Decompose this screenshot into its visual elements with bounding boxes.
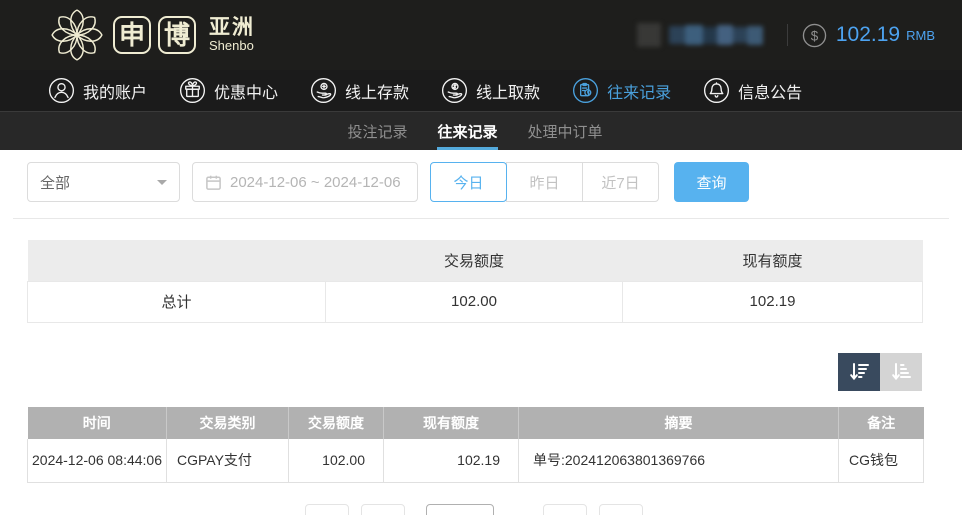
dollar-circle-icon: $ xyxy=(802,23,827,48)
subnav-tabs: 投注记录 往来记录 处理中订单 xyxy=(0,112,962,150)
section-divider xyxy=(13,218,949,219)
deposit-hand-coin-icon xyxy=(310,77,337,104)
logo-char-2: 博 xyxy=(158,16,196,54)
records-clipboard-icon xyxy=(572,77,599,104)
bell-icon xyxy=(703,77,730,104)
type-select-value: 全部 xyxy=(40,172,70,193)
cell-type: CGPAY支付 xyxy=(167,439,289,483)
summary-header-empty xyxy=(28,240,326,281)
summary-total-row: 总计 102.00 102.19 xyxy=(28,281,923,322)
sort-descending-button[interactable] xyxy=(838,353,880,391)
pagination-last-button[interactable] xyxy=(599,504,643,515)
nav-label: 优惠中心 xyxy=(214,79,278,103)
summary-header-balance: 现有额度 xyxy=(623,240,923,281)
svg-text:$: $ xyxy=(811,28,819,43)
nav-item-my-account[interactable]: 我的账户 xyxy=(48,77,147,104)
calendar-icon xyxy=(205,174,222,191)
tab-transaction-records[interactable]: 往来记录 xyxy=(437,112,497,150)
top-header: 申 博 亚洲 Shenbo $ 102.19 RMB xyxy=(0,0,962,70)
withdraw-hand-coin-icon xyxy=(441,77,468,104)
nav-item-transaction-records[interactable]: 往来记录 xyxy=(572,77,671,104)
username-redacted xyxy=(637,23,763,47)
tab-processing-orders[interactable]: 处理中订单 xyxy=(528,112,603,150)
pagination-prev-button[interactable] xyxy=(361,504,405,515)
table-row: 2024-12-06 08:44:06 CGPAY支付 102.00 102.1… xyxy=(28,439,924,483)
cell-time: 2024-12-06 08:44:06 xyxy=(28,439,167,483)
nav-item-withdraw[interactable]: 线上取款 xyxy=(441,77,540,104)
balance-amount: 102.19 xyxy=(836,23,900,47)
quick-date-buttons: 今日 昨日 近7日 xyxy=(430,162,659,202)
gift-icon xyxy=(179,77,206,104)
logo-subtitle: Shenbo xyxy=(209,39,255,53)
last7days-button[interactable]: 近7日 xyxy=(582,162,659,202)
col-header-summary: 摘要 xyxy=(519,407,839,439)
search-button[interactable]: 查询 xyxy=(674,162,749,202)
col-header-time: 时间 xyxy=(28,407,167,439)
nav-item-promotions[interactable]: 优惠中心 xyxy=(179,77,278,104)
summary-total-balance: 102.19 xyxy=(623,281,923,322)
col-header-amount: 交易额度 xyxy=(289,407,384,439)
col-header-balance: 现有额度 xyxy=(384,407,519,439)
date-range-input[interactable]: 2024-12-06 ~ 2024-12-06 xyxy=(192,162,418,202)
brand-logo: 申 博 亚洲 Shenbo xyxy=(48,6,255,64)
summary-table: 交易额度 现有额度 总计 102.00 102.19 xyxy=(27,240,923,323)
logo-char-1: 申 xyxy=(113,16,151,54)
summary-total-label: 总计 xyxy=(28,281,326,322)
chevron-down-icon xyxy=(157,180,167,190)
pagination-page-indicator[interactable] xyxy=(426,504,494,515)
nav-item-announcements[interactable]: 信息公告 xyxy=(703,77,802,104)
header-separator xyxy=(787,24,788,46)
sort-ascending-button[interactable] xyxy=(880,353,922,391)
main-nav: 我的账户 优惠中心 线上存款 线上取款 xyxy=(0,70,962,112)
nav-label: 线上取款 xyxy=(476,79,540,103)
records-header-row: 时间 交易类别 交易额度 现有额度 摘要 备注 xyxy=(28,407,924,439)
user-icon xyxy=(48,77,75,104)
content-area: 全部 2024-12-06 ~ 2024-12-06 今日 昨日 近7日 查询 … xyxy=(0,150,962,515)
pagination-next-button[interactable] xyxy=(543,504,587,515)
yesterday-button[interactable]: 昨日 xyxy=(506,162,583,202)
logo-region: 亚洲 Shenbo xyxy=(209,17,255,53)
cell-amount: 102.00 xyxy=(289,439,384,483)
summary-header-transaction: 交易额度 xyxy=(326,240,623,281)
today-button[interactable]: 今日 xyxy=(430,162,507,202)
logo-region-zh: 亚洲 xyxy=(209,17,255,39)
pagination xyxy=(27,504,935,515)
nav-label: 信息公告 xyxy=(738,79,802,103)
cell-balance: 102.19 xyxy=(384,439,519,483)
records-table: 时间 交易类别 交易额度 现有额度 摘要 备注 2024-12-06 08:44… xyxy=(27,407,924,484)
col-header-type: 交易类别 xyxy=(167,407,289,439)
filter-row: 全部 2024-12-06 ~ 2024-12-06 今日 昨日 近7日 查询 xyxy=(27,162,935,202)
nav-label: 线上存款 xyxy=(345,79,409,103)
nav-label: 往来记录 xyxy=(607,79,671,103)
summary-header-row: 交易额度 现有额度 xyxy=(28,240,923,281)
cell-summary: 单号:202412063801369766 xyxy=(519,439,839,483)
col-header-remark: 备注 xyxy=(839,407,924,439)
balance-currency: RMB xyxy=(906,28,935,43)
tab-betting-records[interactable]: 投注记录 xyxy=(347,112,407,150)
balance-display[interactable]: $ 102.19 RMB xyxy=(802,23,935,48)
sort-amount-desc-icon xyxy=(848,361,870,383)
nav-item-deposit[interactable]: 线上存款 xyxy=(310,77,409,104)
pagination-first-button[interactable] xyxy=(305,504,349,515)
date-range-value: 2024-12-06 ~ 2024-12-06 xyxy=(230,174,401,191)
nav-label: 我的账户 xyxy=(83,79,147,103)
flower-logo-icon xyxy=(48,6,106,64)
sort-controls xyxy=(27,353,922,391)
sort-amount-asc-icon xyxy=(890,361,912,383)
cell-remark: CG钱包 xyxy=(839,439,924,483)
summary-total-transaction: 102.00 xyxy=(326,281,623,322)
type-select[interactable]: 全部 xyxy=(27,162,180,202)
